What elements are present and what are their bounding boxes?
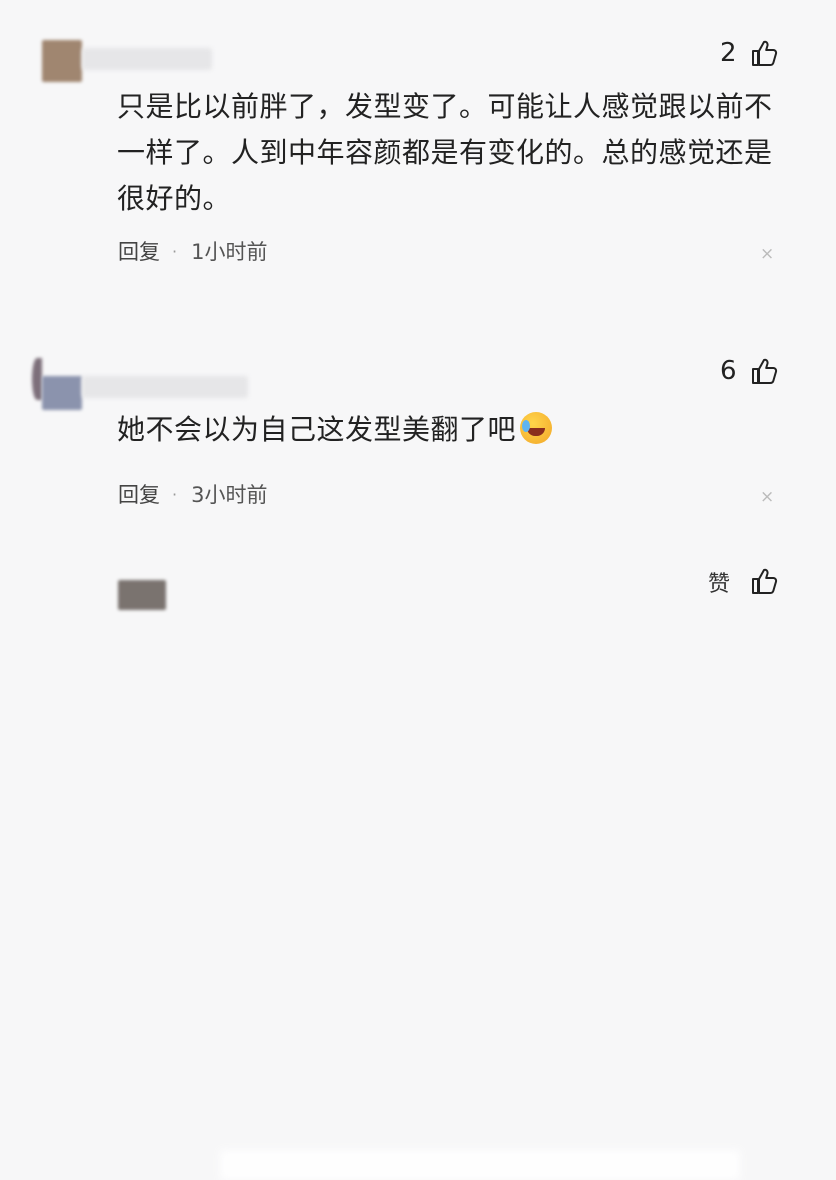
avatar[interactable] [32, 358, 42, 400]
close-icon[interactable]: × [760, 246, 774, 263]
comment-meta: 回复 · 3小时前 [118, 479, 267, 509]
like-count: 2 [720, 38, 737, 68]
comment-item-1: 2 只是比以前胖了，发型变了。可能让人感觉跟以前不一样了。人到中年容颜都是有变化… [0, 0, 836, 300]
like-count: 6 [720, 356, 737, 386]
comment-time: 1小时前 [191, 240, 268, 264]
username[interactable] [82, 48, 212, 70]
username[interactable] [82, 376, 248, 398]
thumbs-up-icon[interactable] [750, 566, 778, 596]
reply-button[interactable]: 回复 [118, 479, 160, 509]
thumbs-up-icon[interactable] [750, 356, 778, 386]
meta-separator: · [172, 484, 178, 504]
comment-item-3: 赞 [0, 560, 836, 1180]
watermark-overlay [220, 1150, 740, 1180]
avatar[interactable] [42, 40, 82, 82]
comment-text: 只是比以前胖了，发型变了。可能让人感觉跟以前不一样了。人到中年容颜都是有变化的。… [117, 90, 773, 215]
thumbs-up-icon[interactable] [750, 38, 778, 68]
comment-time: 3小时前 [191, 483, 268, 507]
comment-text: 她不会以为自己这发型美翻了吧 [117, 407, 777, 453]
comment-meta: 回复 · 1小时前 [118, 236, 267, 266]
comment-item-2: 6 她不会以为自己这发型美翻了吧 回复 · 3小时前 × [0, 300, 836, 540]
like-label: 赞 [708, 572, 731, 597]
comment-text-content: 她不会以为自己这发型美翻了吧 [117, 413, 517, 446]
avatar-overlay [42, 376, 82, 410]
reply-button[interactable]: 回复 [118, 236, 160, 266]
laughing-crying-emoji-icon [520, 412, 553, 444]
close-icon[interactable]: × [760, 489, 774, 506]
meta-separator: · [172, 241, 178, 261]
avatar[interactable] [118, 580, 166, 610]
